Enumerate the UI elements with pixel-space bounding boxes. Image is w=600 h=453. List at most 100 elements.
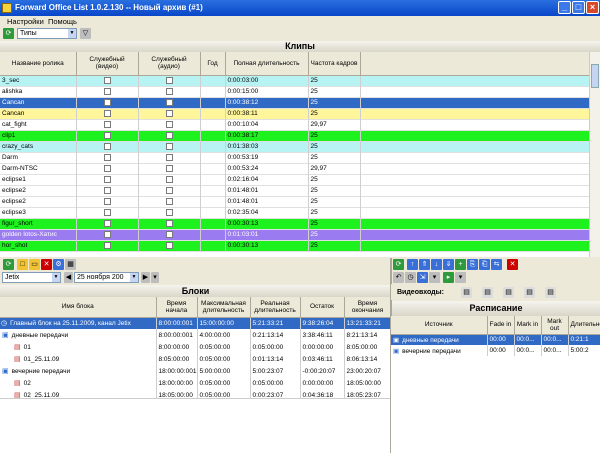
move-bottom-icon[interactable]: ⇓ bbox=[443, 259, 454, 270]
col-year[interactable]: Год bbox=[200, 52, 226, 76]
split-icon[interactable]: ⇆ bbox=[491, 259, 502, 270]
copy-icon[interactable]: ⎘ bbox=[467, 259, 478, 270]
table-row[interactable]: ▤ 01_25.11.09 8:05:00:00 0:05:00:00 0:01:13:… bbox=[0, 353, 391, 365]
service-video-checkbox[interactable] bbox=[103, 197, 111, 205]
service-video-checkbox[interactable] bbox=[103, 241, 111, 249]
minimize-button[interactable]: _ bbox=[558, 1, 571, 14]
table-row[interactable]: ▣ вечерние передачи 18:00:00:001 5:00:00:00… bbox=[0, 365, 391, 377]
col-block-name[interactable]: Имя блока bbox=[0, 297, 157, 318]
menu-help[interactable]: Помощь bbox=[48, 17, 77, 26]
service-audio-checkbox[interactable] bbox=[165, 175, 173, 183]
table-row[interactable]: ▤ 02 18:00:00:00 0:05:00:00 0:05:00:00 0:00:0… bbox=[0, 377, 391, 389]
delete-icon[interactable]: ✕ bbox=[507, 259, 518, 270]
table-row[interactable]: ▣ вечерние передачи 00:00 00:0... 00:0... 5:0… bbox=[391, 345, 600, 356]
video-input-icon[interactable]: ▤ bbox=[482, 287, 493, 298]
next-day-icon[interactable]: ▶ bbox=[141, 272, 150, 283]
video-input-icon[interactable]: ▤ bbox=[545, 287, 556, 298]
table-row[interactable]: ▤ 01 8:00:00:00 0:05:00:00 0:05:00:00 0:00:00… bbox=[0, 341, 391, 353]
table-row[interactable]: clip1 0:00:38:17 25 bbox=[0, 130, 589, 141]
table-row[interactable]: hor_shot 0:00:30:13 25 bbox=[0, 240, 589, 251]
service-audio-checkbox[interactable] bbox=[165, 109, 173, 117]
table-row[interactable]: eclipse3 0:02:35:04 25 bbox=[0, 207, 589, 218]
table-row[interactable]: ▤ 02_25.11.09 18:05:00:00 0:05:00:00 0:00:23… bbox=[0, 389, 391, 398]
table-row[interactable]: eclipse2 0:01:48:01 25 bbox=[0, 185, 589, 196]
service-audio-checkbox[interactable] bbox=[165, 87, 173, 95]
refresh-icon[interactable]: ⟳ bbox=[393, 259, 404, 270]
play-icon[interactable]: ▸ bbox=[443, 272, 454, 283]
col-service-audio[interactable]: Служебный (аудио) bbox=[138, 52, 201, 76]
col-service-video[interactable]: Служебный (видео) bbox=[76, 52, 139, 76]
paste-icon[interactable]: ⎗ bbox=[479, 259, 490, 270]
service-audio-checkbox[interactable] bbox=[165, 230, 173, 238]
table-row[interactable]: Darm-NTSC 0:00:53:24 29,97 bbox=[0, 163, 589, 174]
service-audio-checkbox[interactable] bbox=[165, 219, 173, 227]
service-audio-checkbox[interactable] bbox=[165, 197, 173, 205]
table-row[interactable]: eclipse1 0:02:16:04 25 bbox=[0, 174, 589, 185]
service-audio-checkbox[interactable] bbox=[165, 98, 173, 106]
service-video-checkbox[interactable] bbox=[103, 109, 111, 117]
service-audio-checkbox[interactable] bbox=[165, 131, 173, 139]
open-folder-icon[interactable]: ▭ bbox=[29, 259, 40, 270]
refresh-icon[interactable]: ⟳ bbox=[3, 28, 14, 39]
prev-day-icon[interactable]: ◀ bbox=[64, 272, 73, 283]
clips-scrollbar[interactable] bbox=[589, 52, 600, 257]
col-sched-duration[interactable]: Длительность bbox=[568, 316, 600, 335]
service-audio-checkbox[interactable] bbox=[165, 164, 173, 172]
service-video-checkbox[interactable] bbox=[103, 208, 111, 216]
date-picker[interactable]: 25 ноября 200 ▼ bbox=[74, 272, 139, 283]
service-video-checkbox[interactable] bbox=[103, 76, 111, 84]
table-row[interactable]: Darm 0:00:53:19 25 bbox=[0, 152, 589, 163]
service-video-checkbox[interactable] bbox=[103, 219, 111, 227]
col-mark-out[interactable]: Mark out bbox=[541, 316, 569, 335]
date-menu-icon[interactable]: ▾ bbox=[151, 272, 159, 283]
menu-settings[interactable]: Настройки bbox=[7, 17, 44, 26]
service-video-checkbox[interactable] bbox=[103, 98, 111, 106]
grid-icon[interactable]: ▦ bbox=[65, 259, 76, 270]
col-full-duration[interactable]: Полная длительность bbox=[225, 52, 309, 76]
col-max-duration[interactable]: Максимальная длительность bbox=[197, 297, 251, 318]
col-end-time[interactable]: Время окончания bbox=[344, 297, 391, 318]
col-real-duration[interactable]: Реальная длительность bbox=[250, 297, 301, 318]
settings-icon[interactable]: ⚙ bbox=[53, 259, 64, 270]
table-row[interactable]: 3_sec 0:00:03:00 25 bbox=[0, 75, 589, 86]
col-remainder[interactable]: Остаток bbox=[300, 297, 345, 318]
undo-icon[interactable]: ↶ bbox=[393, 272, 404, 283]
delete-block-icon[interactable]: ✕ bbox=[41, 259, 52, 270]
move-top-icon[interactable]: ⇑ bbox=[419, 259, 430, 270]
service-audio-checkbox[interactable] bbox=[165, 153, 173, 161]
service-audio-checkbox[interactable] bbox=[165, 76, 173, 84]
table-row[interactable]: Cancan 0:00:38:12 25 bbox=[0, 97, 589, 108]
service-video-checkbox[interactable] bbox=[103, 87, 111, 95]
service-audio-checkbox[interactable] bbox=[165, 208, 173, 216]
channel-combo[interactable]: Jetix ▼ bbox=[2, 272, 61, 283]
dropdown-icon[interactable]: ▾ bbox=[429, 272, 440, 283]
service-video-checkbox[interactable] bbox=[103, 142, 111, 150]
table-row[interactable]: cat_fight 0:00:10:04 29,97 bbox=[0, 119, 589, 130]
table-row[interactable]: ▣ дневные передачи 8:00:00:001 4:00:00:00 0:… bbox=[0, 329, 391, 341]
service-video-checkbox[interactable] bbox=[103, 131, 111, 139]
filter-icon[interactable]: ▽ bbox=[80, 28, 91, 39]
table-row[interactable]: ◷ Главный блок на 25.11.2009, канал Jetix… bbox=[0, 317, 391, 329]
service-video-checkbox[interactable] bbox=[103, 164, 111, 172]
table-row[interactable]: Cancan 0:00:38:11 25 bbox=[0, 108, 589, 119]
clock-icon[interactable]: ◷ bbox=[405, 272, 416, 283]
table-row[interactable]: crazy_cats 0:01:38:03 25 bbox=[0, 141, 589, 152]
service-video-checkbox[interactable] bbox=[103, 230, 111, 238]
col-source[interactable]: Источник bbox=[391, 316, 488, 335]
close-button[interactable]: × bbox=[586, 1, 599, 14]
table-row[interactable]: eclipse2 0:01:48:01 25 bbox=[0, 196, 589, 207]
video-input-icon[interactable]: ▤ bbox=[524, 287, 535, 298]
service-video-checkbox[interactable] bbox=[103, 153, 111, 161]
col-fade-in[interactable]: Fade in bbox=[487, 316, 515, 335]
export-icon[interactable]: ⇲ bbox=[417, 272, 428, 283]
video-input-icon[interactable]: ▤ bbox=[461, 287, 472, 298]
insert-icon[interactable]: + bbox=[455, 259, 466, 270]
service-video-checkbox[interactable] bbox=[103, 175, 111, 183]
service-audio-checkbox[interactable] bbox=[165, 120, 173, 128]
service-video-checkbox[interactable] bbox=[103, 186, 111, 194]
refresh-icon[interactable]: ⟳ bbox=[3, 259, 14, 270]
table-row[interactable]: golden lotos-Хатис 0:01:03:01 25 bbox=[0, 229, 589, 240]
col-clip-name[interactable]: Название ролика bbox=[0, 52, 77, 76]
col-start-time[interactable]: Время начала bbox=[156, 297, 198, 318]
service-video-checkbox[interactable] bbox=[103, 120, 111, 128]
